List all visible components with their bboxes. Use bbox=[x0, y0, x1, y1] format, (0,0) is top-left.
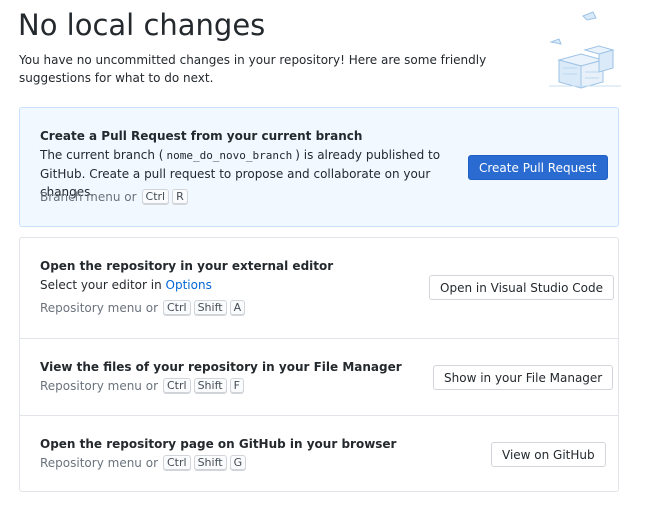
create-pull-request-card: Create a Pull Request from your current … bbox=[19, 107, 619, 227]
open-in-editor-button[interactable]: Open in Visual Studio Code bbox=[429, 275, 615, 300]
view-on-github-row: Open the repository page on GitHub in yo… bbox=[20, 415, 618, 492]
page-subtitle: You have no uncommitted changes in your … bbox=[19, 53, 487, 85]
kbd-ctrl: Ctrl bbox=[163, 455, 191, 471]
kbd-shift: Shift bbox=[193, 455, 227, 471]
branch-name: nome_do_novo_branch bbox=[166, 149, 293, 162]
file-manager-title: View the files of your repository in you… bbox=[40, 360, 402, 374]
create-pull-request-button[interactable]: Create Pull Request bbox=[468, 155, 608, 180]
kbd-shift: Shift bbox=[193, 300, 227, 316]
github-shortcut: Repository menu or Ctrl Shift G bbox=[40, 455, 247, 471]
shortcut-text: Repository menu or bbox=[40, 301, 158, 315]
show-in-file-manager-button[interactable]: Show in your File Manager bbox=[433, 365, 614, 390]
kbd-r: R bbox=[172, 189, 188, 205]
kbd-ctrl: Ctrl bbox=[163, 378, 191, 394]
open-editor-shortcut: Repository menu or Ctrl Shift A bbox=[40, 300, 246, 316]
options-link[interactable]: Options bbox=[166, 278, 212, 292]
open-editor-row: Open the repository in your external edi… bbox=[20, 238, 618, 338]
shortcut-text: Repository menu or bbox=[40, 456, 158, 470]
shortcut-text: Repository menu or bbox=[40, 379, 158, 393]
page-title: No local changes bbox=[18, 8, 266, 42]
shortcut-text: Branch menu or bbox=[40, 190, 137, 204]
kbd-f: F bbox=[229, 378, 244, 394]
pull-request-desc-prefix: The current branch ( bbox=[40, 148, 164, 162]
view-on-github-button[interactable]: View on GitHub bbox=[491, 442, 606, 467]
open-editor-desc-prefix: Select your editor in bbox=[40, 278, 162, 292]
empty-boxes-illustration-icon bbox=[549, 11, 621, 89]
suggestions-list: Open the repository in your external edi… bbox=[19, 237, 619, 492]
github-title: Open the repository page on GitHub in yo… bbox=[40, 437, 397, 451]
open-editor-title: Open the repository in your external edi… bbox=[40, 259, 334, 273]
file-manager-shortcut: Repository menu or Ctrl Shift F bbox=[40, 378, 244, 394]
kbd-shift: Shift bbox=[193, 378, 227, 394]
kbd-g: G bbox=[229, 455, 247, 471]
kbd-ctrl: Ctrl bbox=[141, 189, 170, 205]
kbd-ctrl: Ctrl bbox=[163, 300, 191, 316]
pull-request-title: Create a Pull Request from your current … bbox=[40, 129, 363, 143]
open-editor-description: Select your editor in Options bbox=[40, 276, 460, 294]
kbd-a: A bbox=[229, 300, 246, 316]
pull-request-shortcut: Branch menu or Ctrl R bbox=[40, 189, 188, 205]
no-changes-view: No local changes You have no uncommitted… bbox=[0, 0, 646, 513]
file-manager-row: View the files of your repository in you… bbox=[20, 338, 618, 415]
